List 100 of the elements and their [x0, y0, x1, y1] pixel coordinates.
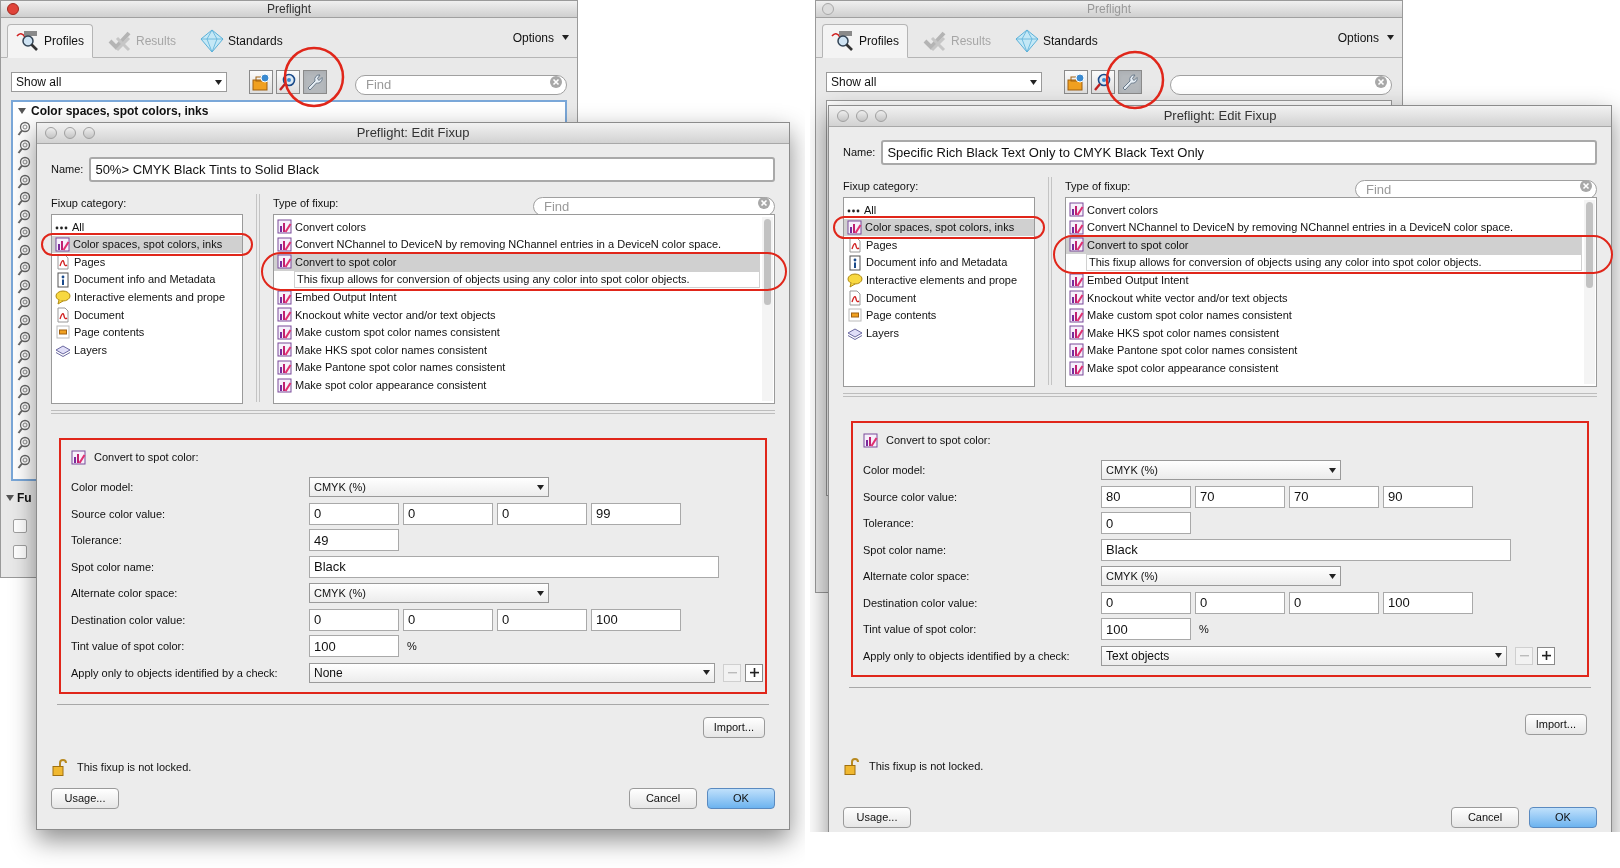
category-item[interactable]: Layers — [844, 324, 1034, 342]
options-menu[interactable]: Options — [512, 28, 569, 47]
tab[interactable]: Profiles — [822, 24, 908, 58]
category-item[interactable]: Document info and Metadata — [52, 270, 242, 289]
scrollbar-thumb[interactable] — [1586, 202, 1593, 288]
fixup-type-item[interactable]: Make Pantone spot color names consistent — [1066, 341, 1582, 360]
fixup-type-item[interactable]: Knockout white vector and/or text objects — [274, 305, 760, 324]
import-button[interactable]: Import... — [1524, 714, 1587, 735]
category-item[interactable]: Page contents — [52, 323, 242, 342]
toolbar-button[interactable] — [249, 70, 273, 94]
fixup-type-item[interactable]: Make spot color appearance consistent — [1066, 359, 1582, 377]
add-button[interactable] — [745, 663, 763, 682]
dialog-button[interactable]: OK — [1529, 807, 1597, 828]
category-item[interactable]: Page contents — [844, 306, 1034, 325]
category-item[interactable]: All — [844, 201, 1034, 219]
fixup-type-item[interactable]: Convert NChannel to DeviceN by removing NChannel entries in a DeviceN color space. — [1066, 218, 1582, 237]
filter-dropdown[interactable]: Show all — [11, 72, 227, 92]
input-field[interactable]: Specific Rich Black Text Only to CMYK Black Text Only — [881, 139, 1597, 165]
dialog-button[interactable]: OK — [707, 788, 775, 809]
input-field[interactable]: 100 — [1101, 618, 1191, 641]
input-field[interactable]: Black — [309, 555, 719, 578]
category-item[interactable]: Layers — [52, 341, 242, 359]
tab[interactable]: Profiles — [7, 24, 93, 58]
input-field[interactable]: 50%> CMYK Black Tints to Solid Black — [89, 156, 775, 182]
close-button[interactable] — [7, 3, 19, 15]
toolbar-button[interactable] — [1091, 70, 1115, 94]
fixup-type-item[interactable]: Convert NChannel to DeviceN by removing NChannel entries in a DeviceN color space. — [274, 235, 760, 254]
fixup-type-item[interactable]: Embed Output Intent — [274, 288, 760, 306]
input-field[interactable]: 100 — [1383, 591, 1473, 614]
input-field[interactable]: 0 — [1101, 512, 1191, 535]
input-field[interactable]: 0 — [497, 502, 587, 525]
window-button[interactable] — [837, 110, 849, 122]
category-item[interactable]: Color spaces, spot colors, inks — [52, 235, 242, 254]
toolbar-button[interactable] — [1064, 70, 1088, 94]
category-item[interactable]: All — [52, 218, 242, 236]
dropdown[interactable]: CMYK (%) — [309, 477, 549, 498]
fixup-type-item[interactable]: Convert colors — [1066, 201, 1582, 219]
input-field[interactable]: 0 — [403, 502, 493, 525]
input-field[interactable]: 0 — [497, 608, 587, 631]
fixup-type-item[interactable]: Make HKS spot color names consistent — [274, 341, 760, 359]
dropdown[interactable]: None — [309, 662, 715, 683]
fixup-type-item[interactable]: Make HKS spot color names consistent — [1066, 324, 1582, 342]
input-field[interactable]: Black — [1101, 538, 1511, 561]
tab[interactable]: Standards — [191, 24, 292, 58]
input-field[interactable]: 0 — [309, 608, 399, 631]
search-field[interactable] — [1170, 74, 1392, 95]
checkbox[interactable] — [13, 545, 27, 559]
dialog-button[interactable]: Usage... — [843, 807, 911, 828]
category-item[interactable]: Color spaces, spot colors, inks — [844, 218, 1034, 237]
fixup-type-item[interactable]: Make spot color appearance consistent — [274, 376, 760, 394]
options-menu[interactable]: Options — [1337, 28, 1394, 47]
input-field[interactable]: 90 — [1383, 485, 1473, 508]
input-field[interactable]: 0 — [1195, 591, 1285, 614]
fixup-type-item[interactable]: Knockout white vector and/or text objects — [1066, 288, 1582, 307]
window-button[interactable] — [83, 127, 95, 139]
input-field[interactable]: 0 — [1101, 591, 1191, 614]
category-item[interactable]: Document info and Metadata — [844, 253, 1034, 272]
category-item[interactable]: Pages — [52, 253, 242, 271]
fixup-type-item[interactable]: Make custom spot color names consistent — [1066, 306, 1582, 325]
tab[interactable]: Standards — [1006, 24, 1107, 58]
window-button[interactable] — [45, 127, 57, 139]
category-item[interactable]: Document — [52, 305, 242, 324]
dropdown[interactable]: CMYK (%) — [1101, 460, 1341, 481]
fixup-icon — [55, 236, 70, 252]
dropdown[interactable]: CMYK (%) — [1101, 566, 1341, 587]
magnifier-icon — [17, 418, 32, 434]
input-field[interactable]: 0 — [1289, 591, 1379, 614]
fixup-type-item[interactable]: Make custom spot color names consistent — [274, 323, 760, 342]
fixup-type-item[interactable]: Embed Output Intent — [1066, 271, 1582, 289]
category-item[interactable]: Pages — [844, 236, 1034, 254]
magnifier-icon — [1093, 72, 1113, 92]
input-field[interactable]: 100 — [591, 608, 681, 631]
scrollbar-thumb[interactable] — [764, 219, 771, 305]
dropdown[interactable]: CMYK (%) — [309, 583, 549, 604]
dropdown[interactable]: Text objects — [1101, 645, 1507, 666]
window-button[interactable] — [875, 110, 887, 122]
category-item[interactable]: Document — [844, 288, 1034, 307]
category-item[interactable]: Interactive elements and prope — [844, 271, 1034, 289]
input-field[interactable]: 70 — [1195, 485, 1285, 508]
fixup-type-item[interactable]: Convert colors — [274, 218, 760, 236]
input-field[interactable]: 0 — [309, 502, 399, 525]
input-field[interactable]: 0 — [403, 608, 493, 631]
dialog-button[interactable]: Cancel — [629, 788, 697, 809]
input-field[interactable]: 80 — [1101, 485, 1191, 508]
dialog-button[interactable]: Usage... — [51, 788, 119, 809]
filter-dropdown[interactable]: Show all — [826, 72, 1042, 92]
input-field[interactable]: 70 — [1289, 485, 1379, 508]
window-button[interactable] — [64, 127, 76, 139]
fixup-type-item[interactable]: Make Pantone spot color names consistent — [274, 358, 760, 377]
import-button[interactable]: Import... — [702, 717, 765, 738]
input-field[interactable]: 99 — [591, 502, 681, 525]
search-field[interactable]: Find — [355, 74, 567, 95]
add-button[interactable] — [1537, 646, 1555, 665]
category-item[interactable]: Interactive elements and prope — [52, 288, 242, 306]
magnifier-icon — [17, 121, 32, 136]
window-button[interactable] — [856, 110, 868, 122]
dialog-button[interactable]: Cancel — [1451, 807, 1519, 828]
checkbox[interactable] — [13, 519, 27, 533]
input-field[interactable]: 100 — [309, 635, 399, 658]
input-field[interactable]: 49 — [309, 529, 399, 552]
